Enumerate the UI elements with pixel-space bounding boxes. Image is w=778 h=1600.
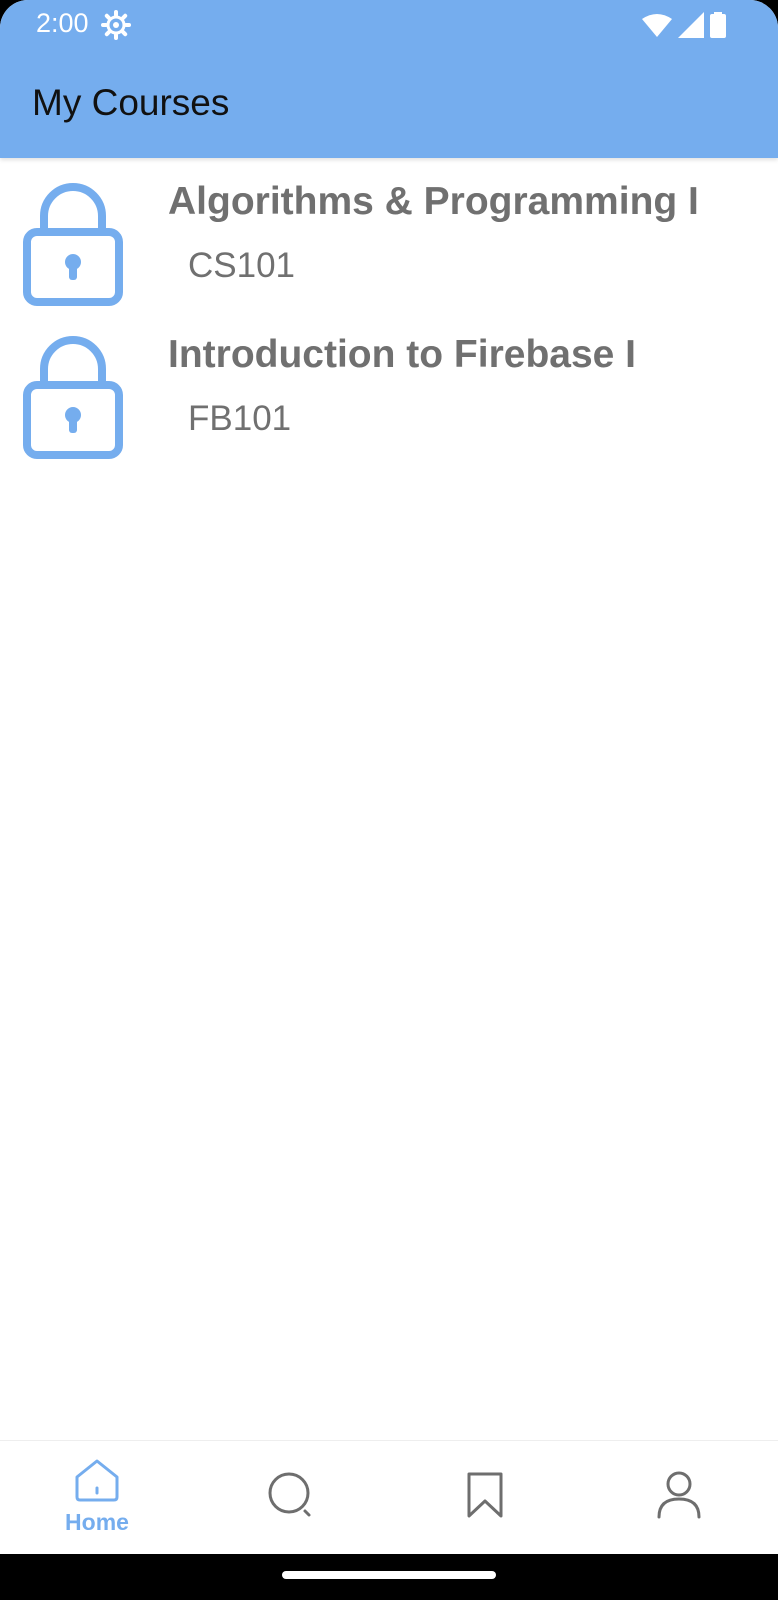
bottom-navigation: Home bbox=[0, 1440, 778, 1555]
course-title: Introduction to Firebase I bbox=[168, 333, 637, 376]
status-indicators bbox=[642, 11, 726, 39]
page-title: My Courses bbox=[32, 82, 230, 123]
profile-icon bbox=[657, 1471, 701, 1519]
home-gesture-handle[interactable] bbox=[282, 1571, 496, 1579]
bookmark-icon bbox=[467, 1472, 503, 1518]
gear-icon bbox=[101, 10, 131, 40]
course-list: Algorithms & Programming I CS101 Introdu… bbox=[0, 158, 778, 464]
course-code: FB101 bbox=[188, 399, 292, 438]
course-item-fb101[interactable]: Introduction to Firebase I FB101 bbox=[0, 311, 778, 464]
home-icon bbox=[75, 1459, 119, 1502]
nav-item-profile[interactable] bbox=[582, 1441, 776, 1555]
status-bar: 2:00 bbox=[0, 0, 778, 48]
lock-icon bbox=[23, 183, 123, 306]
lock-icon bbox=[23, 336, 123, 459]
status-time: 2:00 bbox=[36, 8, 89, 38]
signal-icon bbox=[678, 12, 704, 38]
app-bar: 2:00 My Courses bbox=[0, 0, 778, 158]
nav-item-bookmarks[interactable] bbox=[388, 1441, 582, 1555]
course-item-cs101[interactable]: Algorithms & Programming I CS101 bbox=[0, 158, 778, 311]
wifi-icon bbox=[642, 14, 672, 37]
gesture-bar bbox=[0, 1554, 778, 1600]
search-icon bbox=[268, 1472, 311, 1517]
app-screen: 2:00 My Courses Algorithms & Programming… bbox=[0, 0, 778, 1600]
battery-icon bbox=[710, 12, 726, 38]
nav-label-home: Home bbox=[65, 1509, 129, 1535]
course-title: Algorithms & Programming I bbox=[168, 180, 699, 223]
nav-item-home[interactable]: Home bbox=[0, 1441, 194, 1555]
course-code: CS101 bbox=[188, 246, 296, 285]
nav-item-search[interactable] bbox=[194, 1441, 388, 1555]
